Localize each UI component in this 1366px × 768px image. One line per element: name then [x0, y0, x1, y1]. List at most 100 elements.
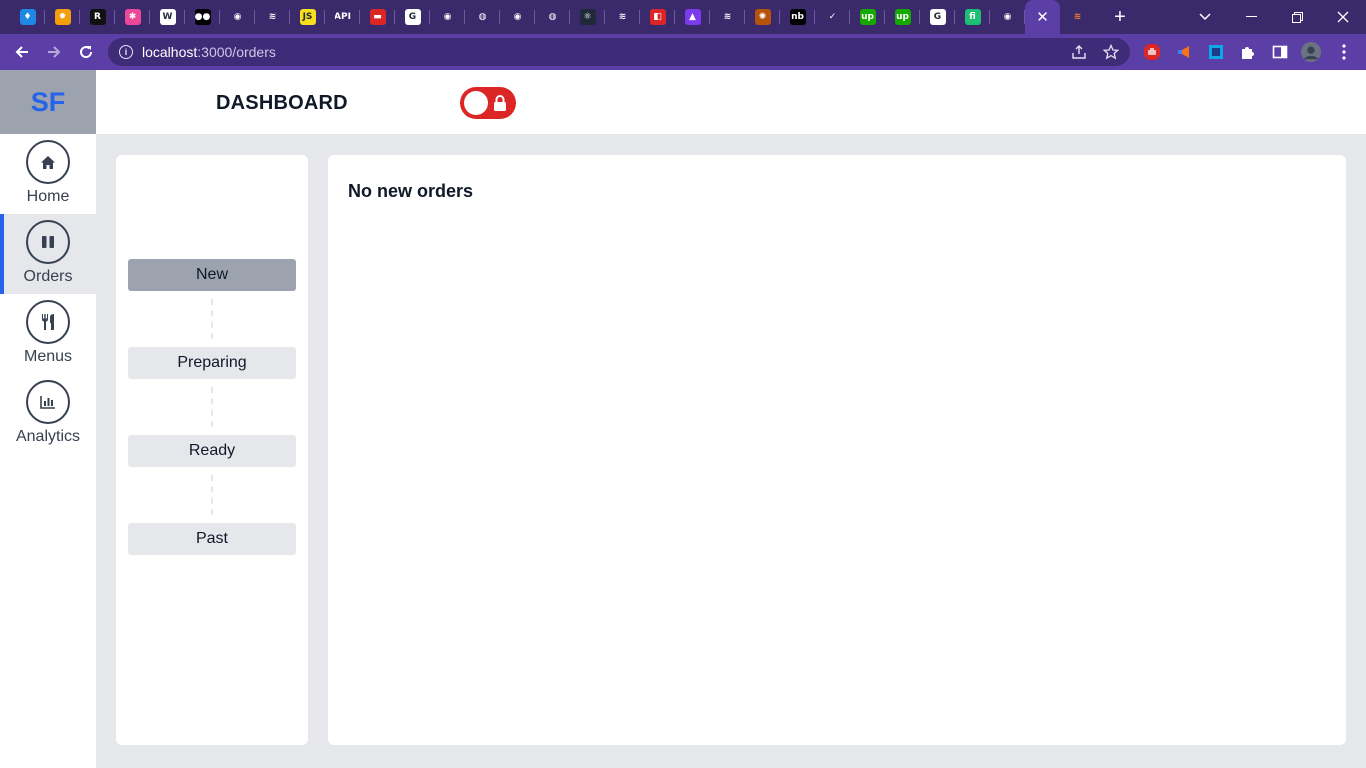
globe-icon: ◍: [474, 9, 491, 25]
browser-tab[interactable]: ✹: [45, 0, 80, 34]
github-icon: ◉: [509, 9, 526, 25]
bookmark-star-icon[interactable]: [1102, 43, 1120, 61]
api-icon: API: [334, 9, 351, 25]
rocket-icon: ▲: [684, 9, 701, 25]
browser-tab[interactable]: ≋: [605, 0, 640, 34]
stackoverflow-icon: ≋: [614, 9, 631, 25]
browser-tab[interactable]: ▬: [360, 0, 395, 34]
tab-search-button[interactable]: [1182, 0, 1228, 34]
browser-tab[interactable]: ✱: [115, 0, 150, 34]
sidebar-item-home[interactable]: Home: [0, 134, 96, 214]
browser-tab[interactable]: ◉: [500, 0, 535, 34]
status-button-preparing[interactable]: Preparing: [128, 347, 296, 379]
browser-tab[interactable]: JS: [290, 0, 325, 34]
close-icon[interactable]: ✕: [1036, 8, 1049, 26]
status-button-past[interactable]: Past: [128, 523, 296, 555]
sidebar-item-menus[interactable]: Menus: [0, 294, 96, 374]
url-text: localhost:3000/orders: [142, 44, 276, 60]
browser-tab[interactable]: API: [325, 0, 360, 34]
orders-list-panel: No new orders: [328, 155, 1346, 745]
browser-tab[interactable]: ◉: [990, 0, 1025, 34]
order-status-panel: New Preparing Ready Past: [116, 155, 308, 745]
browser-tab[interactable]: G: [395, 0, 430, 34]
adblock-extension-icon[interactable]: [1142, 42, 1162, 62]
new-tab-button[interactable]: +: [1106, 3, 1134, 31]
browser-tab[interactable]: ✺: [745, 0, 780, 34]
browser-tab[interactable]: fi: [955, 0, 990, 34]
stackoverflow-icon: ≋: [264, 9, 281, 25]
upwork-icon: up: [894, 9, 911, 25]
app-root: SF DASHBOARD Home Orders Menus Analytics…: [0, 70, 1366, 768]
browser-tab[interactable]: ≋: [255, 0, 290, 34]
wikipedia-icon: W: [159, 9, 176, 25]
browser-tab[interactable]: up: [850, 0, 885, 34]
browser-tab[interactable]: ▲: [675, 0, 710, 34]
forward-button[interactable]: [40, 38, 68, 66]
home-icon: [26, 140, 70, 184]
github-icon: ◉: [999, 9, 1016, 25]
gear-badge-icon: ✹: [54, 9, 71, 25]
chart-icon: [26, 380, 70, 424]
browser-menu-icon[interactable]: [1334, 42, 1354, 62]
browser-tab[interactable]: ●●: [185, 0, 220, 34]
sidebar-item-label: Menus: [23, 348, 73, 365]
sidebar-item-label: Orders: [23, 268, 73, 285]
sidebar-item-orders[interactable]: Orders: [0, 214, 96, 294]
side-panel-icon[interactable]: [1270, 42, 1290, 62]
share-icon[interactable]: [1070, 43, 1088, 61]
browser-tab[interactable]: ≋: [1060, 0, 1095, 34]
browser-tab[interactable]: ◧: [640, 0, 675, 34]
browser-toolbar: i localhost:3000/orders: [0, 34, 1366, 70]
browser-tab[interactable]: R: [80, 0, 115, 34]
github-icon: ◉: [439, 9, 456, 25]
back-button[interactable]: [8, 38, 36, 66]
status-connector: [211, 475, 213, 515]
browser-tab[interactable]: ◍: [535, 0, 570, 34]
empty-orders-message: No new orders: [348, 181, 474, 201]
sidebar-nav: Home Orders Menus Analytics: [0, 134, 96, 768]
sidebar-item-analytics[interactable]: Analytics: [0, 374, 96, 454]
status-connector: [211, 299, 213, 339]
lock-toggle[interactable]: [460, 87, 516, 119]
browser-tab[interactable]: ⚛: [570, 0, 605, 34]
browser-tab[interactable]: nb: [780, 0, 815, 34]
restore-button[interactable]: [1274, 0, 1320, 34]
pause-icon: [26, 220, 70, 264]
status-button-ready[interactable]: Ready: [128, 435, 296, 467]
browser-tab[interactable]: ◍: [465, 0, 500, 34]
profile-avatar-icon[interactable]: [1301, 42, 1321, 62]
browser-tab[interactable]: up: [885, 0, 920, 34]
browser-tab[interactable]: G: [920, 0, 955, 34]
utensils-icon: [26, 300, 70, 344]
star-icon: ✱: [124, 9, 141, 25]
browser-tab[interactable]: ◉: [220, 0, 255, 34]
extensions-puzzle-icon[interactable]: [1238, 42, 1258, 62]
browser-tab[interactable]: ≋: [710, 0, 745, 34]
lock-icon: [494, 95, 506, 111]
reload-button[interactable]: [72, 38, 100, 66]
minimize-button[interactable]: [1228, 0, 1274, 34]
status-button-new[interactable]: New: [128, 259, 296, 291]
app-logo[interactable]: SF: [0, 70, 96, 134]
sidebar-item-label: Analytics: [15, 428, 81, 445]
site-info-icon[interactable]: i: [119, 45, 133, 59]
bug-icon: ✺: [754, 9, 771, 25]
browser-tab[interactable]: ◉: [430, 0, 465, 34]
page-title: DASHBOARD: [216, 92, 348, 114]
stackoverflow-icon: ≋: [1073, 12, 1082, 22]
google-icon: G: [929, 9, 946, 25]
address-bar[interactable]: i localhost:3000/orders: [108, 38, 1130, 66]
url-host: localhost: [142, 44, 198, 60]
bird-icon: ✓: [824, 9, 841, 25]
browser-tab-strip: + ♦ ✹ R ✱ W ●● ◉ ≋ JS API ▬ G ◉ ◍ ◉ ◍ ⚛ ≋ ◧ ▲ ≋ ✺ nb ✓ up up Gfi ◉ ✕…: [0, 0, 1366, 34]
browser-tab[interactable]: W: [150, 0, 185, 34]
medium-icon: ●●: [194, 9, 211, 25]
browser-tab[interactable]: ✓: [815, 0, 850, 34]
stackoverflow-icon: ≋: [719, 9, 736, 25]
app-header: DASHBOARD: [96, 70, 1366, 134]
close-window-button[interactable]: [1320, 0, 1366, 34]
browser-tab-active[interactable]: ✕: [1025, 0, 1060, 34]
screen-capture-extension-icon[interactable]: [1206, 42, 1226, 62]
browser-tab[interactable]: ♦: [10, 0, 45, 34]
megaphone-extension-icon[interactable]: [1174, 42, 1194, 62]
